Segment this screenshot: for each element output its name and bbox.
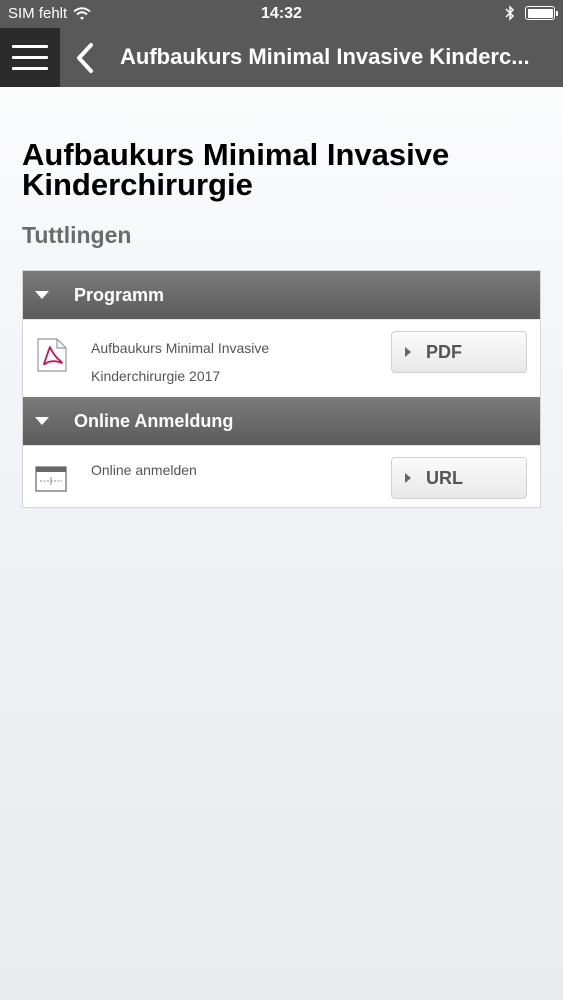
url-button[interactable]: URL — [391, 457, 527, 499]
chevron-left-icon — [77, 43, 93, 73]
pdf-button-label: PDF — [426, 341, 462, 362]
status-bar: SIM fehlt 14:32 — [0, 0, 563, 28]
nav-title: Aufbaukurs Minimal Invasive Kinderc... — [120, 44, 530, 69]
triangle-down-icon — [35, 417, 49, 425]
browser-window-icon — [35, 466, 67, 497]
item-text: Online anmelden — [91, 462, 197, 478]
menu-bar-line — [12, 56, 48, 59]
menu-bar-line — [12, 45, 48, 48]
bluetooth-icon — [505, 5, 515, 21]
battery-icon — [525, 6, 558, 20]
triangle-right-icon — [405, 473, 411, 483]
pdf-document-icon — [35, 338, 69, 377]
page-subtitle: Tuttlingen — [22, 222, 132, 248]
url-button-label: URL — [426, 467, 463, 488]
status-time: 14:32 — [261, 5, 302, 22]
section-header-label: Online Anmeldung — [74, 411, 234, 431]
pdf-button[interactable]: PDF — [391, 331, 527, 373]
section-header-label: Programm — [74, 285, 165, 305]
content-panel: Programm Aufbaukurs Minimal Invasive Kin… — [22, 270, 541, 508]
item-text: Aufbaukurs Minimal Invasive Kinderchirur… — [91, 340, 270, 384]
page-title: Aufbaukurs Minimal Invasive Kinderchirur… — [22, 137, 450, 202]
section-header-programm[interactable]: Programm — [23, 271, 540, 319]
battery-fill — [527, 8, 553, 18]
triangle-right-icon — [405, 347, 411, 357]
list-item: Aufbaukurs Minimal Invasive Kinderchirur… — [23, 319, 540, 397]
menu-bar-line — [12, 67, 48, 70]
triangle-down-icon — [35, 291, 49, 299]
status-right — [505, 5, 558, 21]
back-button[interactable] — [70, 40, 100, 76]
section-header-online-anmeldung[interactable]: Online Anmeldung — [23, 397, 540, 445]
nav-bar: Aufbaukurs Minimal Invasive Kinderc... — [0, 28, 563, 87]
hamburger-menu-button[interactable] — [0, 28, 60, 87]
list-item: Online anmelden URL — [23, 445, 540, 507]
